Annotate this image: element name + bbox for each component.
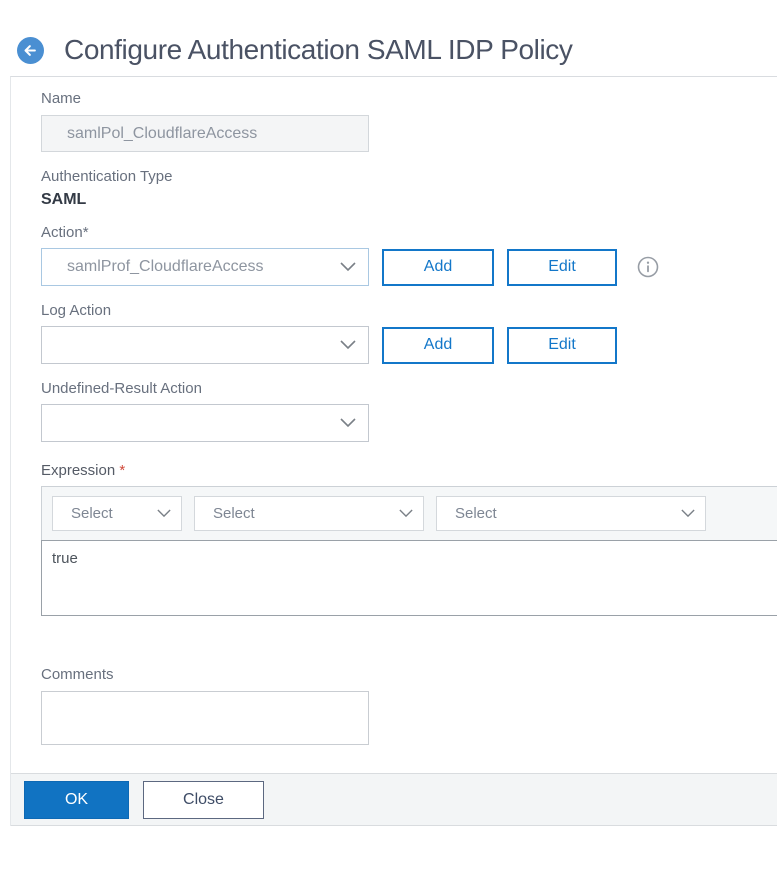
arrow-left-icon <box>23 43 38 58</box>
page-title: Configure Authentication SAML IDP Policy <box>64 34 573 65</box>
undefined-result-action-label: Undefined-Result Action <box>41 380 202 397</box>
chevron-down-icon <box>399 509 413 518</box>
action-add-button[interactable]: Add <box>382 248 494 286</box>
log-action-add-button[interactable]: Add <box>382 326 494 364</box>
log-action-field: Log Action Add Edit <box>41 302 777 364</box>
chevron-down-icon <box>340 340 356 350</box>
undefined-result-action-field: Undefined-Result Action <box>41 380 777 442</box>
action-label: Action* <box>41 224 89 241</box>
expression-select-3[interactable]: Select <box>436 496 706 531</box>
name-input[interactable] <box>41 115 369 152</box>
required-asterisk: * <box>119 462 126 479</box>
chevron-down-icon <box>340 262 356 272</box>
form-footer: OK Close <box>11 773 777 826</box>
close-button[interactable]: Close <box>143 780 264 819</box>
log-action-edit-button[interactable]: Edit <box>507 326 617 364</box>
auth-type-value: SAML <box>41 191 87 208</box>
name-label: Name <box>41 90 82 107</box>
back-button[interactable] <box>17 36 44 64</box>
expression-label-text: Expression <box>41 462 116 479</box>
expression-select-3-value: Select <box>455 505 497 522</box>
auth-type-field: Authentication Type SAML <box>41 168 777 210</box>
comments-input[interactable] <box>41 691 369 745</box>
chevron-down-icon <box>157 509 171 518</box>
action-select-value: samlProf_CloudflareAccess <box>67 258 264 275</box>
expression-select-1-value: Select <box>71 505 113 522</box>
comments-label: Comments <box>41 666 114 683</box>
name-field: Name <box>41 90 777 152</box>
action-select[interactable]: samlProf_CloudflareAccess <box>41 248 369 286</box>
chevron-down-icon <box>681 509 695 518</box>
chevron-down-icon <box>340 418 356 428</box>
undefined-result-action-select[interactable] <box>41 404 369 442</box>
expression-select-2-value: Select <box>213 505 255 522</box>
form-panel: Name Authentication Type SAML Action* sa… <box>10 76 777 826</box>
log-action-label: Log Action <box>41 302 112 319</box>
expression-toolbar: Select Select Select <box>41 486 777 540</box>
expression-label: Expression * <box>41 462 777 480</box>
action-field: Action* samlProf_CloudflareAccess Add Ed… <box>41 224 777 286</box>
expression-select-2[interactable]: Select <box>194 496 424 531</box>
info-icon[interactable] <box>637 256 659 278</box>
expression-field: Expression * Select Select Select true <box>41 462 777 616</box>
log-action-select[interactable] <box>41 326 369 364</box>
expression-select-1[interactable]: Select <box>52 496 182 531</box>
expression-input[interactable]: true <box>41 540 777 616</box>
auth-type-label: Authentication Type <box>41 168 173 185</box>
page-header: Configure Authentication SAML IDP Policy <box>0 0 777 76</box>
comments-field: Comments <box>41 666 777 745</box>
ok-button[interactable]: OK <box>24 780 129 819</box>
action-edit-button[interactable]: Edit <box>507 248 617 286</box>
